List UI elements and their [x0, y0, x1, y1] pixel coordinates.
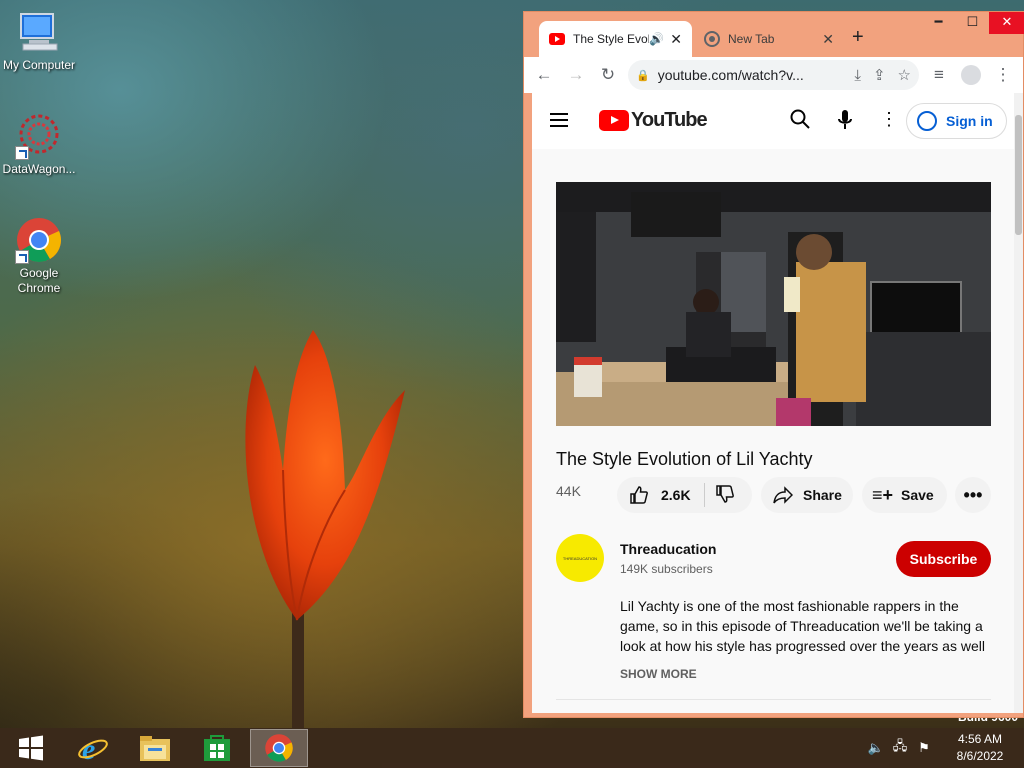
youtube-logo[interactable]: YouTube — [599, 109, 708, 132]
desktop-icon-my-computer[interactable]: My Computer — [0, 8, 78, 73]
youtube-header: YouTube ⋮ Sign in — [532, 93, 1015, 149]
subscriber-count: 149K subscribers — [620, 562, 713, 576]
bookmark-star-icon[interactable]: ☆ — [898, 66, 911, 84]
like-dislike-group: 2.6K — [617, 477, 752, 513]
minimize-button[interactable]: ━ — [922, 12, 955, 34]
microphone-icon[interactable] — [837, 109, 853, 136]
taskbar-chrome[interactable] — [250, 729, 308, 767]
like-count: 2.6K — [661, 487, 691, 503]
clock[interactable]: 4:56 AM 8/6/2022 — [936, 731, 1024, 765]
windows-logo-icon — [19, 735, 43, 761]
share-page-icon[interactable]: ⇪ — [873, 66, 886, 84]
shortcut-arrow-icon — [15, 250, 29, 264]
show-more-button[interactable]: SHOW MORE — [620, 667, 697, 681]
subscribe-button[interactable]: Subscribe — [896, 541, 991, 577]
like-button[interactable]: 2.6K — [617, 483, 705, 507]
more-options-icon[interactable]: ⋮ — [880, 109, 898, 130]
video-title: The Style Evolution of Lil Yachty — [556, 449, 813, 469]
chrome-window: The Style Evolution of Lil Yachty 🔊 ✕ Ne… — [523, 11, 1024, 718]
divider — [556, 699, 991, 700]
youtube-play-icon — [599, 110, 629, 131]
tab-new-tab[interactable]: New Tab ✕ — [694, 21, 844, 57]
search-icon[interactable] — [790, 109, 810, 134]
close-tab-icon[interactable]: ✕ — [670, 31, 682, 48]
action-center-flag-icon[interactable]: ⚑ — [912, 740, 936, 756]
tab-strip: The Style Evolution of Lil Yachty 🔊 ✕ Ne… — [524, 12, 1024, 57]
desktop-icon-google-chrome[interactable]: Google Chrome — [0, 216, 78, 296]
shortcut-arrow-icon — [15, 146, 29, 160]
scrollbar-thumb[interactable] — [1015, 115, 1022, 235]
store-icon — [204, 735, 230, 761]
tab-title: New Tab — [728, 32, 775, 46]
close-tab-icon[interactable]: ✕ — [822, 31, 834, 48]
media-control-icon[interactable]: ≡ — [923, 65, 955, 85]
page-scrollbar[interactable] — [1014, 93, 1023, 713]
video-description: Lil Yachty is one of the most fashionabl… — [620, 598, 985, 654]
sign-in-label: Sign in — [946, 113, 993, 129]
share-icon — [773, 486, 793, 504]
sign-in-button[interactable]: Sign in — [906, 103, 1007, 139]
browser-toolbar: ← → ↻ 🔒 youtube.com/watch?v... ⤓ ⇪ ☆ ≡ ⋮ — [524, 57, 1023, 93]
view-count: 44K — [556, 483, 581, 499]
clock-date: 8/6/2022 — [956, 749, 1004, 763]
desktop-icon-label: My Computer — [2, 58, 76, 72]
video-player[interactable] — [556, 182, 991, 426]
desktop-icon-label: DataWagon... — [2, 162, 76, 176]
taskbar: e 🔈 🖧 ⚑ 4:56 AM 8/6/2022 — [0, 728, 1024, 768]
new-tab-button[interactable]: + — [852, 26, 864, 49]
share-button[interactable]: Share — [761, 477, 853, 513]
desktop-icon-label: Google Chrome — [17, 266, 61, 295]
more-actions-button[interactable]: ••• — [955, 477, 991, 513]
add-to-playlist-icon: ≡+ — [872, 484, 894, 505]
hamburger-menu-icon[interactable] — [550, 113, 568, 131]
save-button[interactable]: ≡+ Save — [862, 477, 947, 513]
video-frame — [556, 182, 991, 426]
tab-youtube[interactable]: The Style Evolution of Lil Yachty 🔊 ✕ — [539, 21, 692, 57]
account-icon — [917, 111, 937, 131]
internet-explorer-icon: e — [78, 733, 108, 764]
chrome-icon — [265, 734, 293, 762]
share-label: Share — [803, 487, 842, 503]
chrome-icon — [15, 216, 63, 264]
address-bar[interactable]: 🔒 youtube.com/watch?v... ⤓ ⇪ ☆ — [628, 60, 919, 90]
volume-muted-icon[interactable]: 🔈 — [864, 740, 888, 756]
address-text: youtube.com/watch?v... — [657, 67, 804, 83]
install-icon[interactable]: ⤓ — [854, 67, 861, 84]
desktop-icon-datawagon[interactable]: DataWagon... — [0, 112, 78, 177]
clock-time: 4:56 AM — [957, 732, 1003, 746]
channel-avatar[interactable]: THREADUCATION — [556, 534, 604, 582]
taskbar-file-explorer[interactable] — [124, 728, 186, 768]
save-label: Save — [901, 487, 934, 503]
profile-icon[interactable] — [955, 65, 987, 86]
close-window-button[interactable]: ✕ — [989, 12, 1024, 34]
dislike-button[interactable] — [705, 484, 735, 507]
more-horizontal-icon: ••• — [963, 484, 983, 505]
chrome-favicon-icon — [704, 31, 720, 47]
speaker-icon[interactable]: 🔊 — [649, 32, 664, 46]
system-tray: 🔈 🖧 ⚑ 4:56 AM 8/6/2022 — [864, 728, 1024, 768]
tab-title: The Style Evolution of Lil Yachty — [573, 32, 650, 46]
youtube-wordmark: YouTube — [631, 109, 708, 131]
back-button[interactable]: ← — [528, 65, 560, 85]
channel-name[interactable]: Threaducation — [620, 541, 716, 557]
network-icon[interactable]: 🖧 — [888, 737, 912, 759]
menu-kebab-icon[interactable]: ⋮ — [987, 65, 1019, 85]
folder-icon — [140, 736, 170, 761]
start-button[interactable] — [0, 728, 62, 768]
youtube-page: YouTube ⋮ Sign in The Style Evolution of… — [532, 93, 1015, 713]
forward-button[interactable]: → — [560, 65, 592, 85]
youtube-favicon-icon — [549, 33, 565, 45]
computer-icon — [15, 8, 63, 56]
channel-avatar-text: THREADUCATION — [562, 555, 598, 561]
taskbar-store[interactable] — [186, 728, 248, 768]
thumbs-down-icon — [716, 484, 734, 503]
lock-icon[interactable]: 🔒 — [636, 69, 650, 82]
taskbar-internet-explorer[interactable]: e — [62, 728, 124, 768]
thumbs-up-icon — [630, 486, 648, 504]
datawagon-icon — [15, 112, 63, 160]
maximize-button[interactable]: ☐ — [956, 12, 989, 34]
wallpaper-flower — [245, 330, 405, 728]
reload-button[interactable]: ↻ — [592, 65, 624, 85]
